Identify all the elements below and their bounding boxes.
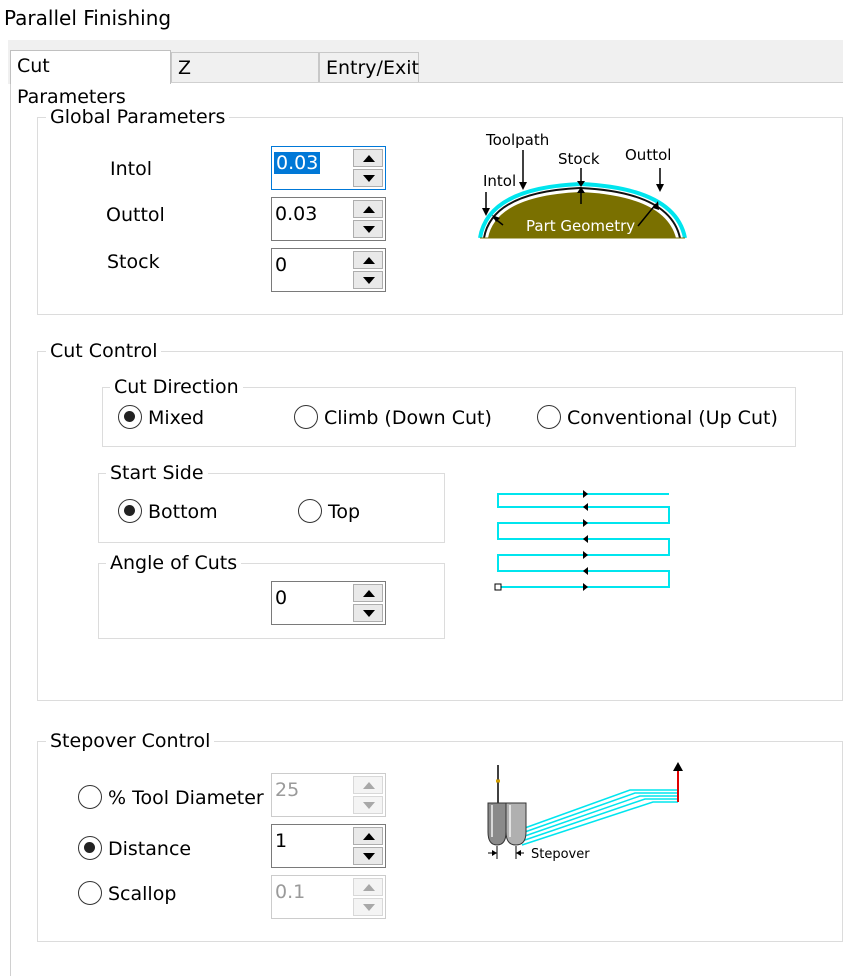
scallop-spinbox[interactable]: 0.1 [271, 875, 386, 919]
arrow-down-icon [363, 853, 375, 860]
stepover-distance-label: Distance [108, 838, 192, 860]
angle-increment-button[interactable] [353, 584, 383, 602]
distance-value[interactable]: 1 [275, 830, 287, 852]
cut-direction-legend: Cut Direction [110, 377, 243, 397]
diagram-label-outtol: Outtol [625, 146, 671, 164]
intol-decrement-button[interactable] [353, 169, 383, 187]
stepover-diagram: Stepover [487, 762, 683, 862]
intol-spinbox[interactable]: 0.03 [271, 146, 386, 190]
tool-diameter-value[interactable]: 25 [275, 779, 299, 801]
outtol-decrement-button[interactable] [353, 220, 383, 238]
stock-value[interactable]: 0 [275, 254, 287, 276]
tool-diameter-decrement-button[interactable] [353, 796, 383, 814]
arrow-down-icon [363, 904, 375, 911]
intol-increment-button[interactable] [353, 149, 383, 167]
cut-direction-climb-label: Climb (Down Cut) [324, 407, 492, 429]
arrow-down-icon [363, 277, 375, 284]
stock-decrement-button[interactable] [353, 271, 383, 289]
radio-selected-icon [118, 499, 142, 523]
tool-diameter-increment-button[interactable] [353, 776, 383, 794]
radio-unselected-icon [78, 785, 102, 809]
start-side-bottom-label: Bottom [148, 501, 218, 523]
angle-decrement-button[interactable] [353, 604, 383, 622]
stepover-control-legend: Stepover Control [46, 731, 215, 751]
cut-direction-mixed-label: Mixed [148, 407, 205, 429]
diagram-label-stepover: Stepover [531, 847, 590, 862]
distance-decrement-button[interactable] [353, 847, 383, 865]
scallop-increment-button[interactable] [353, 878, 383, 896]
start-side-top-label: Top [328, 501, 361, 523]
distance-spinbox[interactable]: 1 [271, 824, 386, 868]
angle-of-cuts-legend: Angle of Cuts [106, 553, 242, 573]
tab-entry-exit[interactable]: Entry/Exit [319, 52, 419, 84]
arrow-down-icon [363, 175, 375, 182]
arrow-up-icon [363, 206, 375, 213]
distance-increment-button[interactable] [353, 827, 383, 845]
parallel-toolpath-diagram [494, 490, 670, 591]
intol-label: Intol [110, 158, 152, 180]
arrow-down-icon [363, 802, 375, 809]
intol-value[interactable]: 0.03 [274, 152, 321, 174]
radio-unselected-icon [298, 499, 322, 523]
tool-diameter-spinbox[interactable]: 25 [271, 773, 386, 817]
diagram-label-part-geometry: Part Geometry [526, 217, 635, 235]
diagram-label-intol: Intol [483, 172, 516, 190]
arrow-up-icon [363, 257, 375, 264]
stock-spinbox[interactable]: 0 [271, 248, 386, 292]
cut-control-legend: Cut Control [46, 341, 162, 361]
stock-label: Stock [107, 251, 160, 273]
outtol-increment-button[interactable] [353, 200, 383, 218]
outtol-value[interactable]: 0.03 [275, 203, 317, 225]
diagram-label-toolpath: Toolpath [485, 131, 549, 149]
diagram-label-stock: Stock [558, 150, 600, 168]
arrow-down-icon [363, 610, 375, 617]
outtol-label: Outtol [106, 204, 165, 226]
stock-increment-button[interactable] [353, 251, 383, 269]
arrow-up-icon [363, 590, 375, 597]
radio-unselected-icon [78, 881, 102, 905]
start-side-legend: Start Side [106, 463, 208, 483]
tab-cut-parameters[interactable]: Cut Parameters [10, 50, 171, 108]
window-title: Parallel Finishing [4, 6, 172, 30]
arrow-up-icon [363, 884, 375, 891]
stepover-scallop-label: Scallop [108, 883, 177, 905]
radio-selected-icon [78, 836, 102, 860]
angle-of-cuts-value[interactable]: 0 [275, 587, 287, 609]
radio-unselected-icon [537, 405, 561, 429]
scallop-value[interactable]: 0.1 [275, 881, 305, 903]
arrow-down-icon [363, 226, 375, 233]
radio-selected-icon [118, 405, 142, 429]
radio-unselected-icon [294, 405, 318, 429]
arrow-up-icon [363, 782, 375, 789]
scallop-decrement-button[interactable] [353, 898, 383, 916]
outtol-spinbox[interactable]: 0.03 [271, 197, 386, 241]
cut-direction-conventional-label: Conventional (Up Cut) [567, 407, 778, 429]
arrow-up-icon [363, 155, 375, 162]
arrow-up-icon [363, 833, 375, 840]
tab-z-containment[interactable]: Z Containment [171, 52, 319, 110]
tolerance-diagram: Toolpath Stock Outtol Intol Part Geometr… [478, 131, 687, 239]
stepover-tool-diameter-label: % Tool Diameter [108, 787, 264, 809]
angle-of-cuts-spinbox[interactable]: 0 [271, 581, 386, 625]
